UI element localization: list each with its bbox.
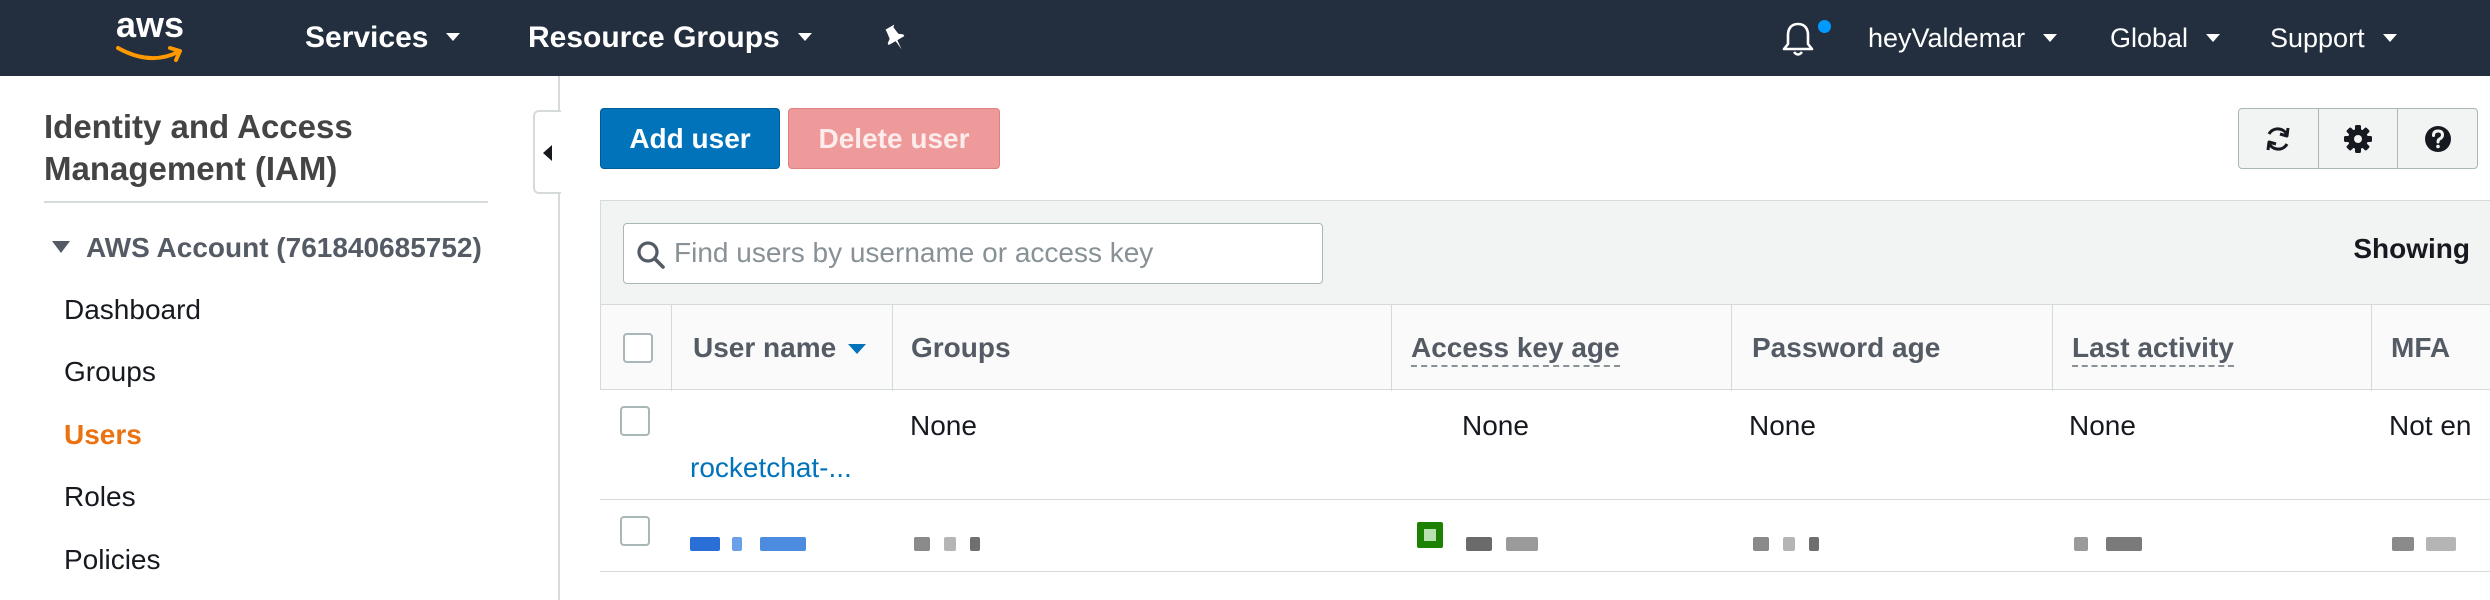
add-user-button[interactable]: Add user xyxy=(600,108,780,169)
delete-user-button[interactable]: Delete user xyxy=(788,108,1000,169)
column-separator xyxy=(2371,305,2372,391)
column-header-label: Last activity xyxy=(2072,331,2234,367)
aws-smile-icon xyxy=(116,46,182,62)
column-header-last-activity[interactable]: Last activity xyxy=(2072,305,2234,391)
access-key-age-cell: None xyxy=(1462,410,1529,441)
aws-logo[interactable]: aws xyxy=(112,4,202,70)
region-label: Global xyxy=(2110,23,2189,53)
resource-groups-menu[interactable]: Resource Groups xyxy=(528,20,812,56)
redacted-groups xyxy=(914,526,980,558)
sidebar-item-groups[interactable]: Groups xyxy=(64,356,156,388)
column-header-password-age[interactable]: Password age xyxy=(1752,305,1940,391)
sidebar-item-users[interactable]: Users xyxy=(64,419,142,451)
chevron-left-icon xyxy=(543,145,552,161)
user-name-link[interactable]: rocketchat-... xyxy=(690,452,852,484)
caret-down-icon xyxy=(52,240,70,253)
search-box[interactable] xyxy=(623,223,1323,284)
chevron-down-icon xyxy=(2043,33,2058,42)
services-menu[interactable]: Services xyxy=(305,20,461,56)
column-separator xyxy=(892,305,893,391)
sidebar-account-label: AWS Account (761840685752) xyxy=(86,232,482,263)
refresh-icon xyxy=(2266,126,2290,151)
sidebar-collapse-button[interactable] xyxy=(533,110,561,194)
sidebar-divider xyxy=(44,201,488,203)
resource-groups-label: Resource Groups xyxy=(528,21,780,54)
region-menu[interactable]: Global xyxy=(2110,20,2221,56)
column-separator xyxy=(1391,305,1392,391)
table-header: User name Groups Access key age Password… xyxy=(600,304,2490,391)
gear-icon xyxy=(2344,124,2372,153)
select-all-checkbox[interactable] xyxy=(623,333,653,363)
chevron-down-icon xyxy=(2206,33,2221,42)
sidebar-title: Identity and Access Management (IAM) xyxy=(44,108,353,187)
table-filter-bar: Showing xyxy=(600,200,2490,304)
sidebar: Identity and Access Management (IAM) AWS… xyxy=(0,76,560,600)
help-button[interactable] xyxy=(2398,109,2477,168)
search-icon xyxy=(637,241,665,269)
column-header-user-name[interactable]: User name xyxy=(693,305,867,391)
column-header-access-key-age[interactable]: Access key age xyxy=(1411,305,1620,391)
bell-icon[interactable] xyxy=(1780,20,1816,58)
column-separator xyxy=(671,305,672,391)
column-header-mfa[interactable]: MFA xyxy=(2391,305,2450,391)
pin-icon[interactable] xyxy=(882,24,908,52)
sidebar-item-dashboard[interactable]: Dashboard xyxy=(64,294,201,326)
redacted-access-key-age xyxy=(1466,526,1538,558)
services-label: Services xyxy=(305,21,429,54)
column-header-label: Access key age xyxy=(1411,331,1620,367)
row-checkbox[interactable] xyxy=(620,406,650,436)
aws-logo-text: aws xyxy=(116,4,185,45)
access-key-status-icon xyxy=(1417,522,1443,548)
sidebar-item-roles[interactable]: Roles xyxy=(64,481,136,513)
column-separator xyxy=(2052,305,2053,391)
sidebar-item-policies[interactable]: Policies xyxy=(64,544,160,576)
column-separator xyxy=(1731,305,1732,391)
help-icon xyxy=(2424,125,2451,152)
chevron-down-icon xyxy=(797,33,812,42)
settings-button[interactable] xyxy=(2319,109,2399,168)
password-age-cell: None xyxy=(1749,410,1816,441)
redacted-mfa xyxy=(2392,526,2456,558)
sidebar-account-toggle[interactable]: AWS Account (761840685752) xyxy=(52,232,482,264)
chevron-down-icon xyxy=(446,33,461,42)
column-header-label: User name xyxy=(693,332,837,363)
notification-badge xyxy=(1818,20,1831,33)
refresh-button[interactable] xyxy=(2239,109,2319,168)
support-label: Support xyxy=(2270,23,2365,53)
sort-descending-icon xyxy=(848,343,867,354)
redacted-user-name[interactable] xyxy=(690,526,806,558)
account-menu[interactable]: heyValdemar xyxy=(1868,20,2058,56)
chevron-down-icon xyxy=(2382,33,2397,42)
table-actions xyxy=(2238,108,2478,169)
table-row[interactable]: rocketchat-... None None None None Not e… xyxy=(600,390,2490,500)
showing-count: Showing xyxy=(2353,233,2470,264)
account-username: heyValdemar xyxy=(1868,23,2026,53)
row-checkbox[interactable] xyxy=(620,516,650,546)
search-input[interactable] xyxy=(674,232,1304,274)
column-header-groups[interactable]: Groups xyxy=(911,305,1011,391)
redacted-last-activity xyxy=(2074,526,2142,558)
table-row[interactable] xyxy=(600,500,2490,572)
redacted-password-age xyxy=(1753,526,1819,558)
mfa-cell: Not en xyxy=(2389,410,2472,441)
support-menu[interactable]: Support xyxy=(2270,20,2397,56)
last-activity-cell: None xyxy=(2069,410,2136,441)
groups-cell: None xyxy=(910,410,977,441)
top-navigation-bar: aws Services Resource Groups heyValdemar… xyxy=(0,0,2490,76)
